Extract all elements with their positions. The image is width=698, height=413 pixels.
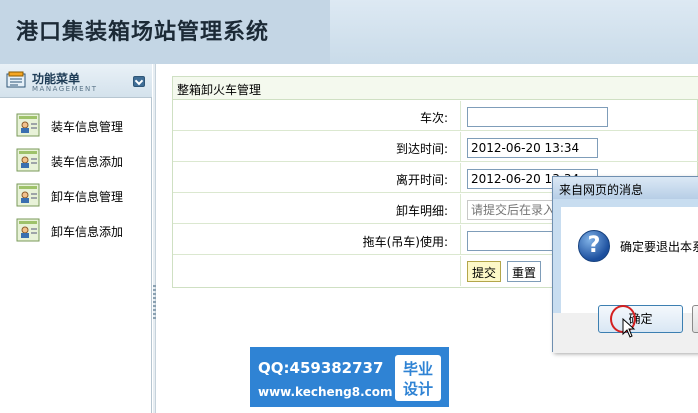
collapse-menu-button[interactable] — [133, 76, 145, 87]
sidebar-subtitle: MANAGEMENT — [32, 85, 98, 93]
sidebar-item-label: 卸车信息添加 — [51, 225, 124, 239]
cell-divider — [460, 163, 461, 193]
watermark-badge-line1: 毕业 — [402, 360, 433, 378]
sidebar-item-label: 装车信息管理 — [51, 120, 124, 134]
question-icon: ? — [578, 230, 610, 262]
field-label: 卸车明细: — [395, 204, 448, 218]
user-form-icon — [16, 148, 40, 172]
cell-divider — [460, 101, 461, 131]
train-number-input[interactable] — [467, 107, 608, 127]
cell-divider — [460, 132, 461, 162]
mouse-pointer-icon — [622, 318, 636, 338]
form-title: 整箱卸火车管理 — [173, 77, 698, 100]
user-form-icon — [16, 113, 40, 137]
menu-book-icon — [6, 71, 26, 88]
watermark-url: www.kecheng8.com — [258, 385, 393, 399]
field-label: 离开时间: — [395, 173, 448, 187]
form-row-arrival-time: 到达时间: — [173, 132, 698, 162]
app-header: 港口集装箱场站管理系统 — [0, 0, 698, 64]
app-title: 港口集装箱场站管理系统 — [16, 19, 270, 45]
field-label: 到达时间: — [395, 142, 448, 156]
sidebar-item-unload-info-manage[interactable]: 卸车信息管理 — [14, 182, 144, 208]
sidebar-header: 功能菜单 MANAGEMENT — [0, 64, 152, 98]
reset-button[interactable]: 重置 — [507, 261, 542, 282]
arrival-time-input[interactable] — [467, 138, 598, 158]
frame-splitter[interactable] — [153, 64, 156, 413]
watermark-qq: QQ:459382737 — [258, 359, 384, 377]
watermark-badge-line2: 设计 — [402, 380, 433, 398]
user-form-icon — [16, 218, 40, 242]
sidebar-item-label: 装车信息添加 — [51, 155, 124, 169]
field-label: 车次: — [419, 111, 448, 125]
dialog-message: 确定要退出本系 — [620, 240, 698, 254]
field-label: 拖车(吊车)使用: — [362, 235, 448, 249]
sidebar-item-load-info-add[interactable]: 装车信息添加 — [14, 147, 144, 173]
sidebar-item-unload-info-add[interactable]: 卸车信息添加 — [14, 217, 144, 243]
dialog-body — [561, 207, 698, 313]
cell-divider — [460, 225, 461, 255]
dialog-cancel-button[interactable] — [692, 305, 698, 333]
user-form-icon — [16, 183, 40, 207]
watermark-badge: 毕业 设计 — [395, 355, 441, 401]
sidebar: 功能菜单 MANAGEMENT 装车信息管理 装车信息添加 卸车信息管理 卸车信… — [0, 64, 152, 413]
splitter-grip[interactable] — [153, 285, 156, 319]
cell-divider — [460, 256, 461, 286]
sidebar-item-load-info-manage[interactable]: 装车信息管理 — [14, 112, 144, 138]
cell-divider — [460, 194, 461, 224]
submit-button[interactable]: 提交 — [467, 261, 502, 282]
watermark-banner: QQ:459382737 www.kecheng8.com 毕业 设计 — [250, 347, 449, 407]
sidebar-item-label: 卸车信息管理 — [51, 190, 124, 204]
form-row-train-number: 车次: — [173, 101, 698, 131]
dialog-title: 来自网页的消息 — [553, 177, 698, 199]
